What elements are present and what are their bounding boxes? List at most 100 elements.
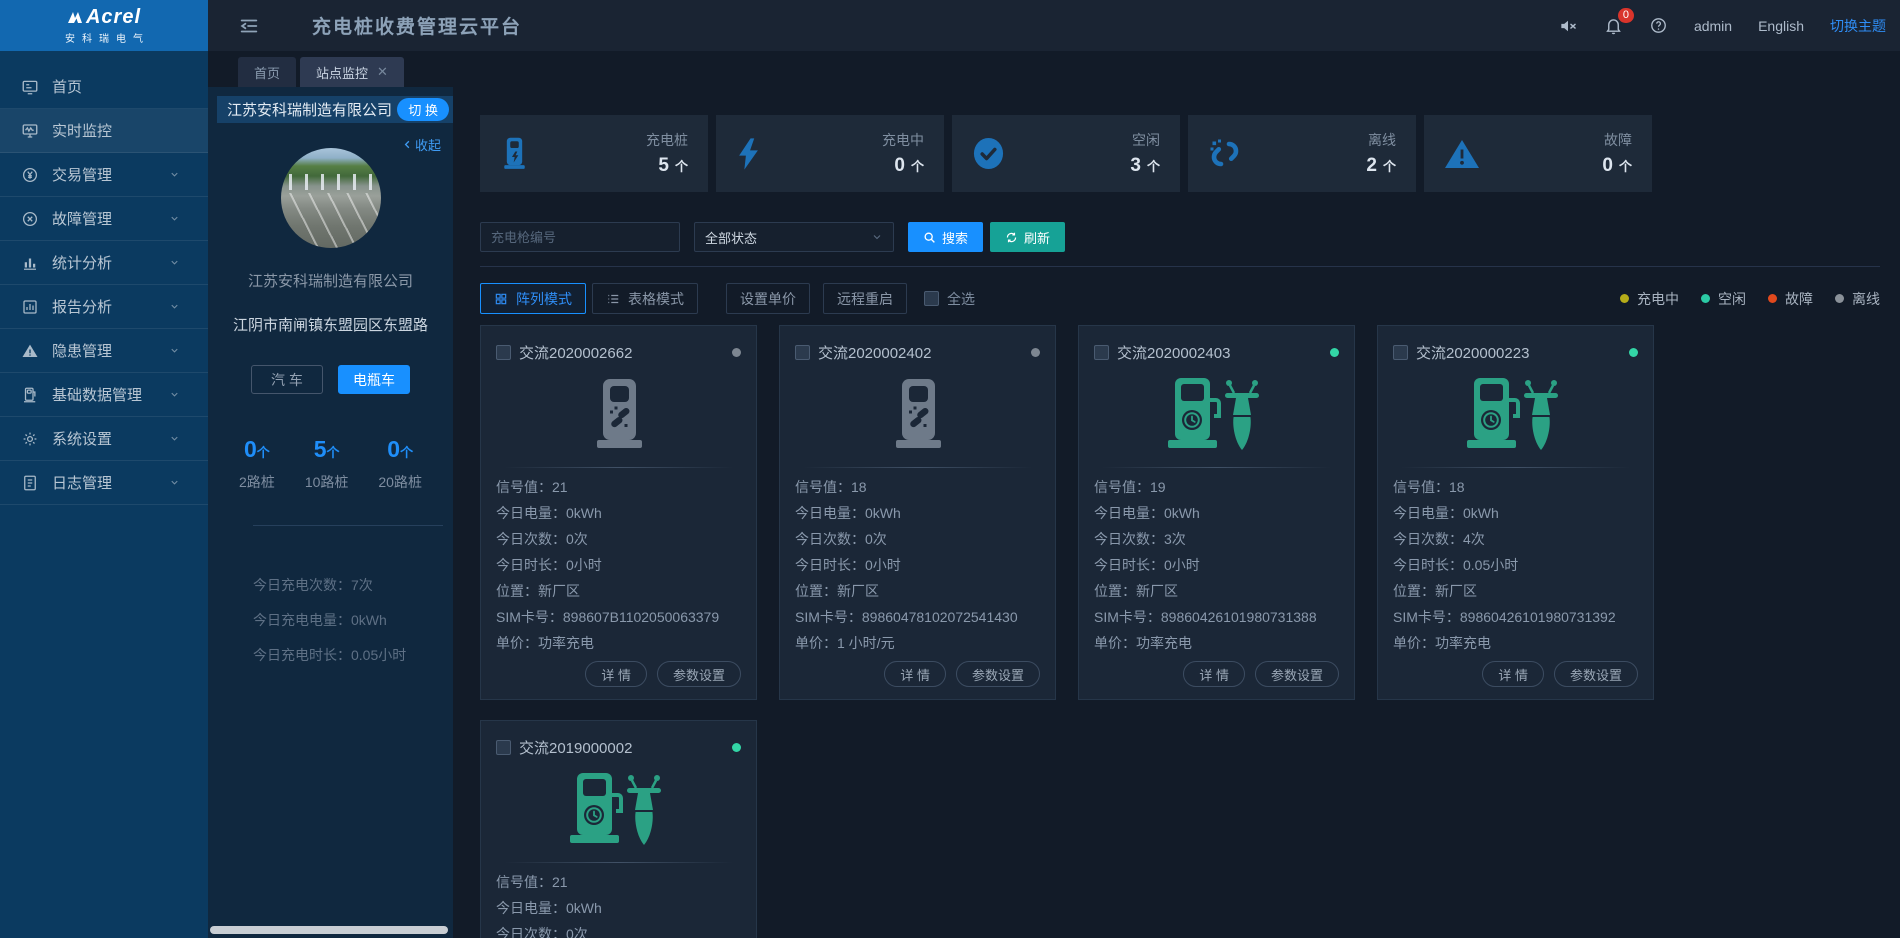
param-settings-button[interactable]: 参数设置 (1554, 661, 1638, 687)
status-select[interactable]: 全部状态 (694, 222, 894, 252)
detail-button[interactable]: 详 情 (884, 661, 946, 687)
today-stat: 今日充电时长：0.05小时 (253, 638, 453, 673)
legend-item: 故障 (1768, 289, 1813, 309)
legend-dot-icon (1701, 294, 1710, 303)
sidebar-item-label: 统计分析 (52, 252, 112, 273)
report-icon (20, 298, 40, 316)
company-name: 江苏安科瑞制造有限公司 (208, 270, 453, 291)
notification-bell-icon[interactable]: 0 (1604, 16, 1623, 35)
legend-label: 离线 (1852, 289, 1880, 309)
horizontal-scrollbar[interactable] (210, 926, 448, 934)
chevron-down-icon (164, 301, 184, 312)
device-card: 交流2020002403信号值：19今日电量：0kWh今日次数：3次今日时长：0… (1078, 325, 1355, 700)
select-all[interactable]: 全选 (924, 289, 975, 309)
sidebar-item-label: 报告分析 (52, 296, 112, 317)
divider (480, 266, 1880, 267)
remote-restart-button[interactable]: 远程重启 (823, 283, 907, 314)
language-switch[interactable]: English (1758, 18, 1804, 34)
set-price-button[interactable]: 设置单价 (726, 283, 810, 314)
station-titlebar: 江苏安科瑞制造有限公司 切 换 (217, 96, 453, 123)
theme-switch-link[interactable]: 切换主题 (1830, 16, 1886, 36)
legend-item: 离线 (1835, 289, 1880, 309)
bolt-icon (736, 137, 761, 171)
sidebar-item-stats[interactable]: 统计分析 (0, 241, 208, 285)
sidebar-item-system[interactable]: 系统设置 (0, 417, 208, 461)
chevron-left-icon (401, 138, 414, 151)
switch-station-button[interactable]: 切 换 (397, 98, 449, 121)
tab-close-icon[interactable]: ✕ (377, 64, 388, 80)
device-field: 信号值：18 (795, 474, 1040, 500)
chevron-down-icon (164, 169, 184, 180)
sidebar-item-label: 交易管理 (52, 164, 112, 185)
device-title: 交流2020000223 (1416, 342, 1529, 363)
username[interactable]: admin (1694, 18, 1732, 34)
sidebar: Acrel 安科瑞电气 首页实时监控交易管理故障管理统计分析报告分析隐患管理基础… (0, 0, 208, 938)
sidebar-item-trade[interactable]: 交易管理 (0, 153, 208, 197)
summary-card-idle: 空闲3个 (952, 115, 1180, 192)
legend-label: 故障 (1785, 289, 1813, 309)
detail-button[interactable]: 详 情 (585, 661, 647, 687)
chevron-down-icon (164, 257, 184, 268)
table-mode-button[interactable]: 表格模式 (592, 283, 698, 314)
sidebar-item-label: 实时监控 (52, 120, 112, 141)
device-checkbox[interactable] (795, 345, 810, 360)
tab-station-monitor[interactable]: 站点监控 ✕ (300, 57, 404, 87)
refresh-button[interactable]: 刷新 (990, 222, 1065, 252)
sidebar-item-realtime[interactable]: 实时监控 (0, 109, 208, 153)
device-checkbox[interactable] (1094, 345, 1109, 360)
device-field: 单价：功率充电 (1393, 630, 1638, 656)
param-settings-button[interactable]: 参数设置 (1255, 661, 1339, 687)
pile-stat: 0个2路桩 (239, 436, 275, 492)
device-field: 今日时长：0小时 (795, 552, 1040, 578)
collapse-menu-icon[interactable] (238, 15, 260, 37)
detail-button[interactable]: 详 情 (1482, 661, 1544, 687)
notification-badge: 0 (1618, 8, 1634, 23)
device-checkbox[interactable] (496, 345, 511, 360)
device-field: 今日电量：0kWh (496, 895, 741, 921)
select-all-checkbox[interactable] (924, 291, 939, 306)
sidebar-item-fault[interactable]: 故障管理 (0, 197, 208, 241)
device-title: 交流2020002403 (1117, 342, 1230, 363)
pile-stat-count: 5个 (305, 436, 349, 463)
acrel-logo-mark-icon (67, 10, 83, 25)
device-title: 交流2020002662 (519, 342, 632, 363)
mute-icon[interactable] (1558, 16, 1578, 36)
gun-number-input[interactable] (480, 222, 680, 252)
sidebar-item-log[interactable]: 日志管理 (0, 461, 208, 505)
offline-pile-icon (496, 363, 741, 467)
detail-button[interactable]: 详 情 (1183, 661, 1245, 687)
chevron-down-icon (871, 231, 883, 243)
legend-dot-icon (1768, 294, 1777, 303)
vehicle-tab-scooter[interactable]: 电瓶车 (338, 365, 410, 394)
sidebar-item-label: 系统设置 (52, 428, 112, 449)
device-field: 今日电量：0kWh (496, 500, 741, 526)
tab-home[interactable]: 首页 (238, 57, 296, 87)
chevron-down-icon (164, 345, 184, 356)
pile-stat-label: 10路桩 (305, 472, 349, 492)
device-checkbox[interactable] (1393, 345, 1408, 360)
chevron-down-icon (164, 433, 184, 444)
summary-card-charging: 充电中0个 (716, 115, 944, 192)
device-field: 信号值：21 (496, 474, 741, 500)
pile-stats: 0个2路桩5个10路桩0个20路桩 (208, 436, 453, 492)
sidebar-item-hazard[interactable]: 隐患管理 (0, 329, 208, 373)
device-grid: 交流2020002662信号值：21今日电量：0kWh今日次数：0次今日时长：0… (480, 325, 1880, 938)
sidebar-item-report[interactable]: 报告分析 (0, 285, 208, 329)
main-content: 充电桩5个充电中0个空闲3个离线2个故障0个 全部状态 搜索 (453, 87, 1900, 938)
device-divider (504, 862, 733, 863)
device-checkbox[interactable] (496, 740, 511, 755)
sidebar-item-home[interactable]: 首页 (0, 65, 208, 109)
vehicle-type-tabs: 汽 车 电瓶车 (208, 365, 453, 394)
device-field: 信号值：19 (1094, 474, 1339, 500)
status-dot (1031, 348, 1040, 357)
chevron-down-icon (164, 477, 184, 488)
grid-mode-button[interactable]: 阵列模式 (480, 283, 586, 314)
summary-label: 充电中 (882, 130, 924, 150)
param-settings-button[interactable]: 参数设置 (956, 661, 1040, 687)
right-column: 充电桩收费管理云平台 0 admin English 切换主题 首页 (208, 0, 1900, 938)
vehicle-tab-car[interactable]: 汽 车 (251, 365, 323, 394)
param-settings-button[interactable]: 参数设置 (657, 661, 741, 687)
help-icon[interactable] (1649, 16, 1668, 35)
sidebar-item-basedata[interactable]: 基础数据管理 (0, 373, 208, 417)
search-button[interactable]: 搜索 (908, 222, 983, 252)
